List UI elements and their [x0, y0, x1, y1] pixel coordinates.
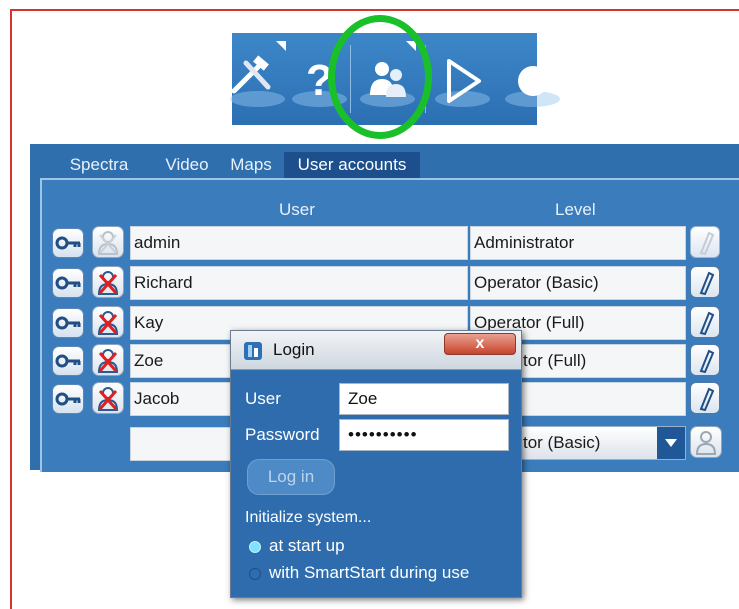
tools-icon — [231, 55, 271, 94]
play-icon — [447, 59, 481, 103]
edit-button[interactable] — [690, 306, 720, 338]
delete-user-button-disabled[interactable] — [92, 226, 124, 258]
password-key-button[interactable] — [52, 308, 84, 338]
level-select-value: tor (Basic) — [523, 433, 601, 452]
tools-button[interactable] — [222, 41, 292, 117]
password-label: Password — [245, 425, 320, 444]
sphere-icon — [518, 66, 548, 96]
delete-user-button[interactable] — [92, 306, 124, 338]
app-icon — [244, 342, 262, 360]
radio-at-start-up[interactable] — [249, 541, 261, 553]
login-dialog: Login x User Zoe Password •••••••••• Log… — [230, 330, 522, 598]
user-delete-icon — [97, 349, 119, 373]
option-smartstart-label: with SmartStart during use — [269, 563, 470, 582]
new-user-level-select[interactable]: tor (Basic) — [508, 426, 686, 460]
tab-spectra[interactable]: Spectra — [60, 152, 138, 178]
user-delete-icon — [97, 231, 119, 255]
add-user-button[interactable] — [690, 426, 722, 458]
option-at-start-up-label: at start up — [269, 536, 345, 555]
password-field[interactable]: •••••••••• — [339, 419, 509, 451]
close-icon: x — [475, 335, 485, 352]
chevron-down-icon — [665, 439, 677, 447]
user-cell[interactable]: Richard — [130, 266, 468, 300]
sphere-button[interactable] — [497, 41, 567, 117]
initialize-label: Initialize system... — [245, 509, 372, 526]
user-delete-icon — [97, 311, 119, 335]
tab-maps[interactable]: Maps — [225, 152, 277, 178]
highlight-circle — [328, 15, 432, 139]
log-in-button[interactable]: Log in — [247, 459, 335, 495]
user-delete-icon — [97, 387, 119, 411]
dialog-title: Login — [273, 340, 315, 359]
edit-pen-icon — [699, 231, 715, 256]
edit-pen-icon — [699, 311, 715, 336]
key-icon — [55, 236, 81, 250]
user-field[interactable]: Zoe — [339, 383, 509, 415]
add-user-icon — [695, 431, 717, 455]
delete-user-button[interactable] — [92, 344, 124, 376]
edit-button[interactable] — [690, 382, 720, 414]
radio-smartstart[interactable] — [249, 568, 261, 580]
user-cell[interactable]: admin — [130, 226, 468, 260]
tab-bar: Spectra Video Maps User accounts — [30, 148, 739, 178]
password-key-button[interactable] — [52, 384, 84, 414]
key-icon — [55, 354, 81, 368]
tab-video[interactable]: Video — [158, 152, 216, 178]
delete-user-button[interactable] — [92, 266, 124, 298]
key-icon — [55, 316, 81, 330]
user-label: User — [245, 389, 281, 408]
password-key-button[interactable] — [52, 228, 84, 258]
dialog-titlebar[interactable]: Login x — [231, 331, 521, 370]
close-button[interactable]: x — [444, 333, 516, 355]
edit-pen-icon — [699, 271, 715, 296]
play-button[interactable] — [427, 41, 497, 117]
edit-button[interactable] — [690, 344, 720, 376]
edit-button[interactable] — [690, 266, 720, 298]
key-icon — [55, 276, 81, 290]
password-key-button[interactable] — [52, 268, 84, 298]
key-icon — [55, 392, 81, 406]
column-header-level: Level — [555, 200, 596, 219]
user-delete-icon — [97, 271, 119, 295]
delete-user-button[interactable] — [92, 382, 124, 414]
level-cell[interactable]: Administrator — [470, 226, 686, 260]
edit-pen-icon — [699, 387, 715, 412]
password-key-button[interactable] — [52, 346, 84, 376]
column-header-user: User — [279, 200, 315, 219]
level-cell[interactable]: Operator (Basic) — [470, 266, 686, 300]
level-select-arrow[interactable] — [657, 427, 685, 459]
edit-pen-icon — [699, 349, 715, 374]
tab-user-accounts[interactable]: User accounts — [284, 152, 420, 178]
edit-button-disabled[interactable] — [690, 226, 720, 258]
